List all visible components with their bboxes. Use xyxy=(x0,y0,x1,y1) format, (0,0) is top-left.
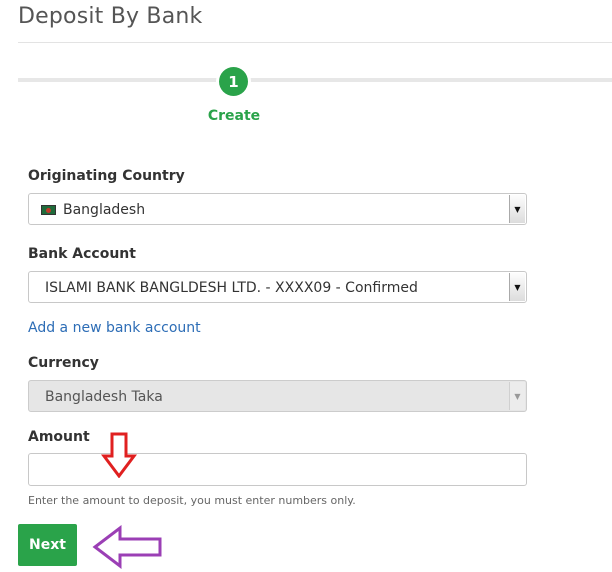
title-divider xyxy=(18,42,612,43)
step-label: Create xyxy=(207,108,261,124)
next-button[interactable]: Next xyxy=(18,524,77,566)
chevron-down-icon[interactable]: ▼ xyxy=(509,273,525,301)
currency-value: Bangladesh Taka xyxy=(45,389,163,405)
currency-select[interactable]: Bangladesh Taka ▼ xyxy=(28,380,527,412)
down-arrow-annotation-icon xyxy=(101,432,137,478)
page-title: Deposit By Bank xyxy=(18,4,203,29)
stepper-track xyxy=(18,78,612,82)
chevron-down-icon: ▼ xyxy=(509,382,525,410)
originating-country-label: Originating Country xyxy=(28,168,185,184)
add-bank-account-link[interactable]: Add a new bank account xyxy=(28,320,201,336)
bank-account-value: ISLAMI BANK BANGLDESH LTD. - XXXX09 - Co… xyxy=(45,280,418,296)
bank-account-label: Bank Account xyxy=(28,246,136,262)
bangladesh-flag-icon xyxy=(41,205,56,215)
originating-country-value: Bangladesh xyxy=(63,202,146,218)
bank-account-select[interactable]: ISLAMI BANK BANGLDESH LTD. - XXXX09 - Co… xyxy=(28,271,527,303)
amount-help-text: Enter the amount to deposit, you must en… xyxy=(28,494,356,507)
left-arrow-annotation-icon xyxy=(92,525,162,569)
step-number-badge: 1 xyxy=(219,67,248,96)
currency-label: Currency xyxy=(28,355,99,371)
chevron-down-icon[interactable]: ▼ xyxy=(509,195,525,223)
originating-country-select[interactable]: Bangladesh ▼ xyxy=(28,193,527,225)
amount-label: Amount xyxy=(28,429,90,445)
